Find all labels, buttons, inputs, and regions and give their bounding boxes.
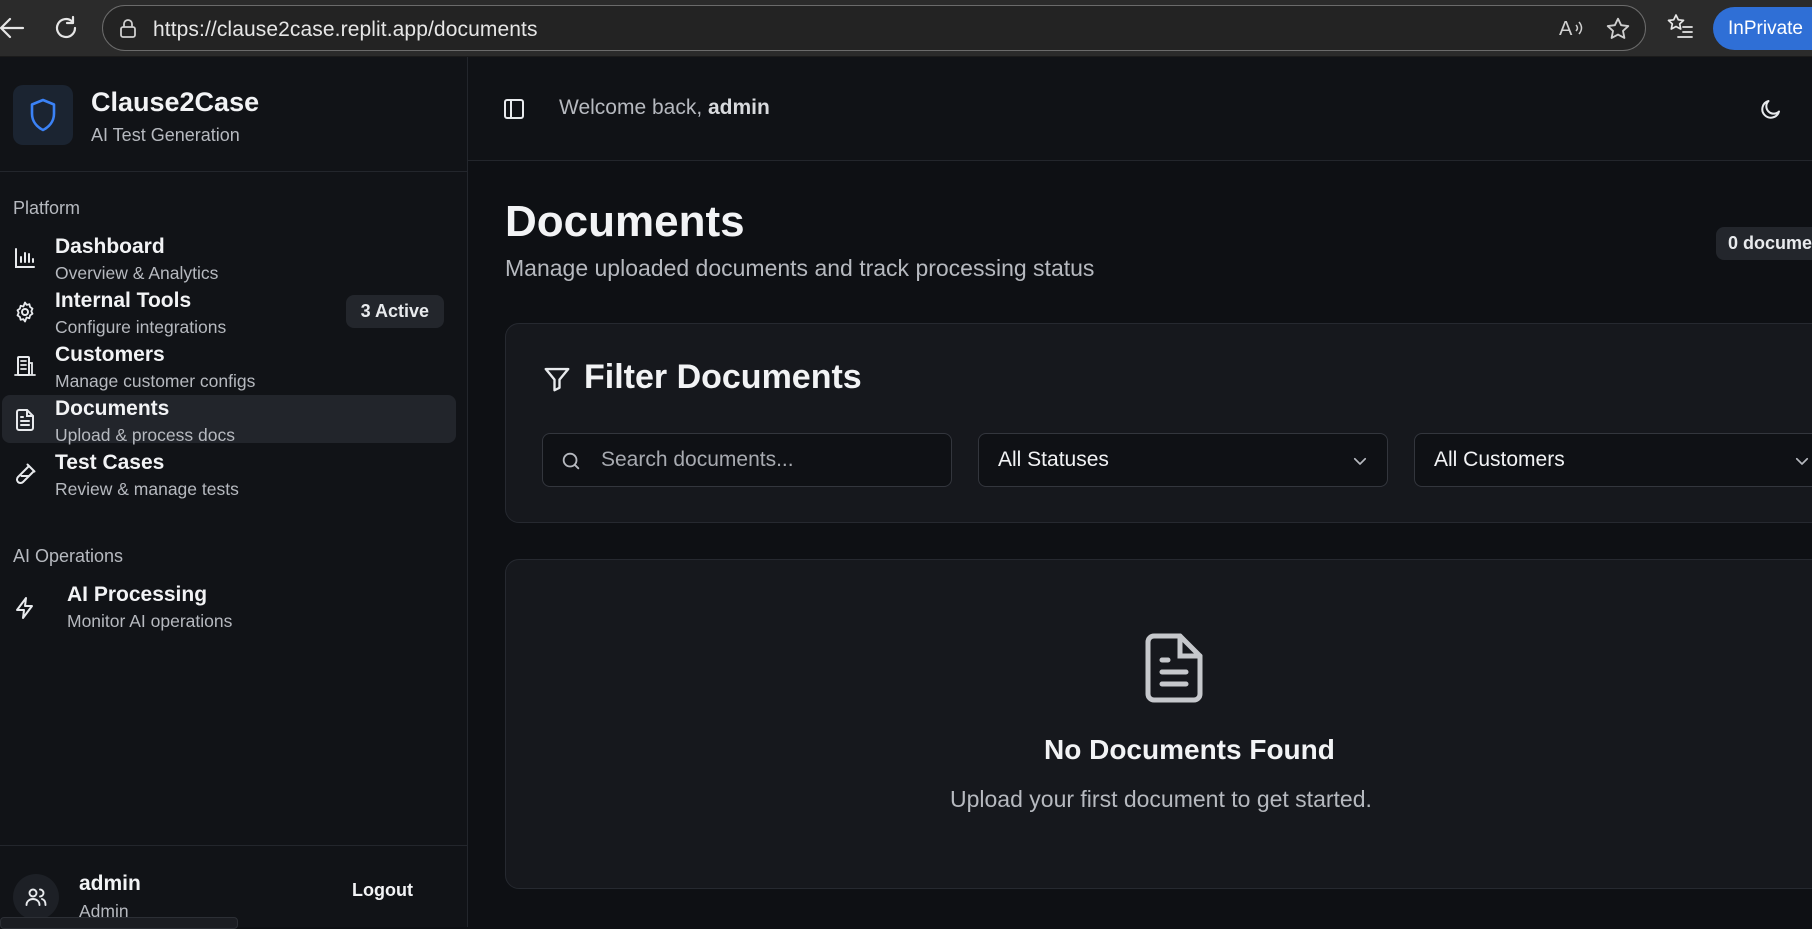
empty-state-title: No Documents Found [1044, 734, 1335, 765]
arrow-left-icon [0, 17, 25, 39]
page-title: Documents [505, 197, 745, 246]
sidebar-item-title: AI Processing [67, 583, 208, 606]
favorites-list-icon [1667, 14, 1693, 38]
search-input[interactable] [601, 434, 941, 486]
users-icon [25, 888, 47, 906]
document-count-badge: 0 documents [1716, 227, 1812, 260]
search-icon [562, 452, 580, 470]
sidebar-item-title: Customers [55, 343, 165, 366]
brand-subtitle: AI Test Generation [91, 125, 240, 145]
browser-toolbar: https://clause2case.replit.app/documents… [0, 0, 1812, 57]
lightning-icon [12, 595, 38, 621]
main-content: Welcome back, admin Documents Manage upl… [468, 57, 1812, 927]
test-tube-icon [12, 461, 38, 487]
theme-toggle-button[interactable] [1759, 97, 1783, 126]
sidebar-item-title: Dashboard [55, 235, 165, 258]
favorite-star-icon[interactable] [1605, 16, 1631, 42]
favorites-button[interactable] [1666, 12, 1694, 45]
top-bar: Welcome back, admin [468, 57, 1812, 161]
file-text-icon [12, 407, 38, 433]
refresh-icon [55, 15, 77, 39]
logo [13, 85, 73, 145]
sidebar-item-subtitle: Upload & process docs [55, 425, 235, 445]
sidebar-item-title: Internal Tools [55, 289, 192, 312]
status-tooltip [0, 917, 238, 929]
sidebar-item-subtitle: Review & manage tests [55, 479, 239, 499]
section-label-platform: Platform [13, 198, 81, 218]
status-select[interactable]: All Statuses [978, 433, 1388, 487]
filter-card: Filter Documents All Statuses All Custom… [505, 323, 1812, 523]
active-count-badge: 3 Active [345, 295, 444, 328]
sidebar: Clause2Case AI Test Generation Platform … [0, 57, 468, 929]
gear-icon [12, 299, 38, 325]
chevron-down-icon [1795, 457, 1809, 465]
panel-left-icon [504, 99, 524, 119]
avatar[interactable] [13, 874, 59, 920]
sidebar-item-title: Test Cases [55, 451, 165, 474]
user-footer: admin Admin Logout [0, 845, 467, 927]
brand-title: Clause2Case [91, 87, 260, 117]
user-name: admin [79, 872, 141, 895]
welcome-prefix: Welcome back, [559, 96, 708, 119]
sidebar-item-test-cases[interactable]: Test Cases Review & manage tests [2, 449, 456, 499]
sidebar-item-customers[interactable]: Customers Manage customer configs [2, 341, 456, 391]
bar-chart-icon [12, 245, 38, 271]
sidebar-item-dashboard[interactable]: Dashboard Overview & Analytics [2, 233, 456, 283]
shield-icon [30, 98, 56, 132]
sidebar-toggle-button[interactable] [502, 97, 526, 126]
welcome-user: admin [708, 96, 770, 119]
moon-icon [1761, 100, 1780, 119]
sidebar-item-title: Documents [55, 397, 170, 420]
filter-title: Filter Documents [584, 358, 862, 396]
sidebar-item-subtitle: Monitor AI operations [67, 611, 233, 631]
section-label-ai-operations: AI Operations [13, 546, 124, 566]
sidebar-item-documents[interactable]: Documents Upload & process docs [2, 395, 456, 445]
search-field[interactable] [542, 433, 952, 487]
address-bar[interactable]: https://clause2case.replit.app/documents… [102, 5, 1646, 51]
svg-text:A: A [1559, 18, 1573, 39]
empty-state-card: No Documents Found Upload your first doc… [505, 559, 1812, 889]
url-text[interactable]: https://clause2case.replit.app/documents [153, 18, 538, 42]
sidebar-item-subtitle: Overview & Analytics [55, 263, 219, 283]
building-icon [12, 353, 38, 379]
page-subtitle: Manage uploaded documents and track proc… [505, 255, 1095, 281]
logout-button[interactable]: Logout [352, 880, 413, 901]
welcome-message: Welcome back, admin [559, 96, 770, 120]
filter-icon [544, 367, 570, 392]
sidebar-item-subtitle: Manage customer configs [55, 371, 256, 391]
inprivate-label: InPrivate [1728, 18, 1803, 39]
status-select-value: All Statuses [998, 448, 1109, 471]
empty-state-subtitle: Upload your first document to get starte… [950, 786, 1372, 812]
refresh-button[interactable] [48, 10, 84, 46]
customer-select[interactable]: All Customers [1414, 433, 1812, 487]
back-button[interactable] [0, 10, 30, 46]
chevron-down-icon [1353, 457, 1367, 465]
read-aloud-icon[interactable]: A [1559, 17, 1585, 39]
inprivate-badge[interactable]: InPrivate [1713, 7, 1812, 50]
file-text-icon [1145, 633, 1203, 703]
sidebar-item-ai-processing[interactable]: AI Processing Monitor AI operations [2, 581, 456, 631]
sidebar-item-subtitle: Configure integrations [55, 317, 227, 337]
lock-icon [120, 19, 136, 38]
customer-select-value: All Customers [1434, 448, 1565, 471]
sidebar-item-internal-tools[interactable]: Internal Tools Configure integrations 3 … [2, 287, 456, 337]
brand-header: Clause2Case AI Test Generation [0, 57, 467, 172]
